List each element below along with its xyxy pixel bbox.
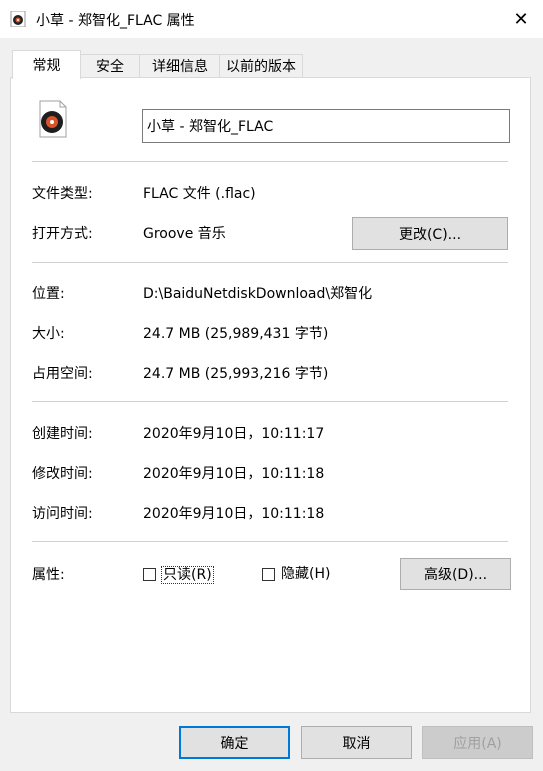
created-value: 2020年9月10日，10:11:17: [143, 426, 325, 442]
file-type-label: 文件类型:: [32, 186, 93, 202]
ok-button[interactable]: 确定: [179, 726, 290, 759]
readonly-checkbox[interactable]: [143, 568, 156, 581]
change-button[interactable]: 更改(C)...: [352, 217, 508, 250]
tab-label: 安全: [96, 59, 124, 75]
title-bar: 小草 - 郑智化_FLAC 属性 ✕: [0, 0, 543, 38]
file-name-input[interactable]: 小草 - 郑智化_FLAC: [142, 109, 510, 143]
tab-label: 以前的版本: [226, 59, 296, 75]
modified-value: 2020年9月10日，10:11:18: [143, 466, 325, 482]
general-panel: [10, 77, 531, 713]
window-title: 小草 - 郑智化_FLAC 属性: [36, 13, 195, 29]
cancel-button[interactable]: 取消: [301, 726, 412, 759]
tab-label: 详细信息: [152, 59, 208, 75]
opens-with-label: 打开方式:: [32, 226, 93, 242]
location-label: 位置:: [32, 286, 65, 302]
disk-size-value: 24.7 MB (25,993,216 字节): [143, 366, 329, 382]
file-type-value: FLAC 文件 (.flac): [143, 186, 256, 202]
size-value: 24.7 MB (25,989,431 字节): [143, 326, 329, 342]
close-icon[interactable]: ✕: [505, 4, 537, 34]
tab-label: 常规: [32, 58, 61, 74]
flac-file-icon: [10, 10, 26, 28]
accessed-label: 访问时间:: [32, 506, 93, 522]
divider: [32, 401, 508, 402]
divider: [32, 161, 508, 162]
attributes-label: 属性:: [32, 567, 65, 583]
hidden-label[interactable]: 隐藏(H): [281, 566, 330, 582]
advanced-button[interactable]: 高级(D)...: [400, 558, 511, 590]
tab-details[interactable]: 详细信息: [139, 54, 221, 77]
divider: [32, 541, 508, 542]
created-label: 创建时间:: [32, 426, 93, 442]
modified-label: 修改时间:: [32, 466, 93, 482]
accessed-value: 2020年9月10日，10:11:18: [143, 506, 325, 522]
location-value: D:\BaiduNetdiskDownload\郑智化: [143, 286, 373, 302]
apply-button[interactable]: 应用(A): [422, 726, 533, 759]
tab-previous-versions[interactable]: 以前的版本: [219, 54, 303, 77]
music-disc-icon: [36, 100, 70, 138]
size-label: 大小:: [32, 326, 65, 342]
tab-security[interactable]: 安全: [79, 54, 141, 77]
hidden-checkbox[interactable]: [262, 568, 275, 581]
disk-size-label: 占用空间:: [32, 366, 93, 382]
readonly-label[interactable]: 只读(R): [161, 566, 214, 584]
opens-with-value: Groove 音乐: [143, 226, 226, 242]
divider: [32, 262, 508, 263]
tab-general[interactable]: 常规: [12, 50, 81, 79]
